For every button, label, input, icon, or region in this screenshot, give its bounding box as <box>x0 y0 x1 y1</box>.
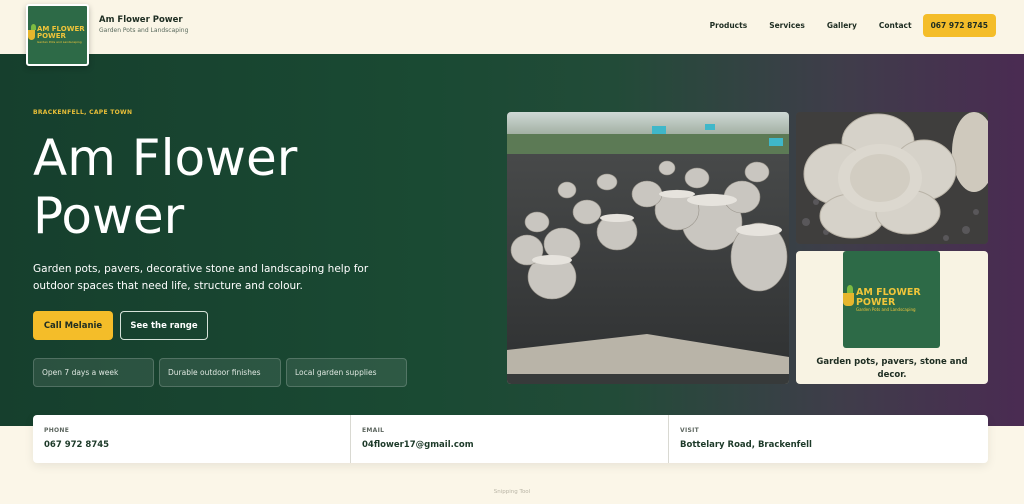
card-logo: AM FLOWER POWER Garden Pots and Landscap… <box>843 251 940 348</box>
brand-card: AM FLOWER POWER Garden Pots and Landscap… <box>796 251 988 384</box>
call-button[interactable]: Call Melanie <box>33 311 113 340</box>
contact-email: EMAIL 04flower17@gmail.com <box>351 415 669 463</box>
pots-yard-photo <box>507 112 789 384</box>
nav-link-products[interactable]: Products <box>710 21 748 30</box>
flower-stone-photo <box>796 112 988 244</box>
contact-phone-value[interactable]: 067 972 8745 <box>44 440 109 450</box>
contact-email-value[interactable]: 04flower17@gmail.com <box>362 440 474 450</box>
contact-label: EMAIL <box>362 427 385 434</box>
feature-chip: Local garden supplies <box>286 358 407 387</box>
hero-title: Am Flower Power <box>33 129 298 245</box>
header-phone-button[interactable]: 067 972 8745 <box>922 14 996 37</box>
hero-section: BRACKENFELL, CAPE TOWN Am Flower Power G… <box>0 54 1024 426</box>
contact-address-value[interactable]: Bottelary Road, Brackenfell <box>680 440 812 450</box>
pots-yard-image <box>507 112 789 384</box>
site-logo[interactable]: AM FLOWER POWER Garden Pots and Landscap… <box>26 4 89 66</box>
nav-link-services[interactable]: Services <box>769 21 805 30</box>
card-logo-text: AM FLOWER POWER <box>855 286 921 308</box>
site-header: AM FLOWER POWER Garden Pots and Landscap… <box>0 0 1024 66</box>
contact-bar: PHONE 067 972 8745 EMAIL 04flower17@gmai… <box>33 415 988 463</box>
feature-chip: Open 7 days a week <box>33 358 154 387</box>
brand-name[interactable]: Am Flower Power <box>99 15 183 25</box>
hero-description: Garden pots, pavers, decorative stone an… <box>33 263 369 292</box>
card-logo-subtext: Garden Pots and Landscaping <box>855 306 916 312</box>
snipping-watermark: Snipping Tool <box>493 489 531 495</box>
nav-link-contact[interactable]: Contact <box>879 21 912 30</box>
hero-eyebrow: BRACKENFELL, CAPE TOWN <box>33 109 133 116</box>
contact-phone: PHONE 067 972 8745 <box>33 415 351 463</box>
main-nav: Products Services Gallery Contact 067 97… <box>710 14 996 37</box>
contact-label: VISIT <box>680 427 700 434</box>
pot-logo-icon: AM FLOWER POWER Garden Pots and Landscap… <box>843 285 940 312</box>
brand-tagline: Garden Pots and Landscaping <box>99 27 189 34</box>
flower-stone-image <box>796 112 988 244</box>
contact-label: PHONE <box>44 427 70 434</box>
pot-logo-icon: AM FLOWER POWER Garden Pots and Landscap… <box>28 24 87 44</box>
feature-chip: Durable outdoor finishes <box>159 358 281 387</box>
contact-visit: VISIT Bottelary Road, Brackenfell <box>669 415 988 463</box>
logo-text: AM FLOWER POWER <box>36 25 85 40</box>
card-caption: Garden pots, pavers, stone and decor. <box>816 357 968 380</box>
see-range-button[interactable]: See the range <box>120 311 208 340</box>
nav-link-gallery[interactable]: Gallery <box>827 21 857 30</box>
logo-subtext: Garden Pots and Landscaping <box>36 40 82 44</box>
